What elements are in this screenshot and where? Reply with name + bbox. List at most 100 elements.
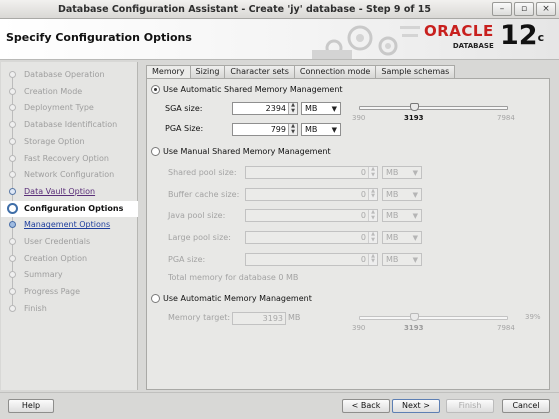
manual-field-value: 0 — [360, 189, 366, 199]
step-marker-icon — [9, 187, 16, 195]
tab-character-sets[interactable]: Character sets — [225, 65, 295, 78]
nav-step-label: Summary — [24, 270, 63, 280]
amm-slider-min: 390 — [352, 324, 366, 332]
asmm-radio-label: Use Automatic Shared Memory Management — [163, 85, 343, 94]
step-marker-icon — [9, 121, 16, 129]
minimize-button[interactable]: – — [492, 2, 512, 16]
nav-step-label: User Credentials — [24, 237, 91, 246]
nav-step-storage-option: Storage Option — [1, 134, 138, 150]
asmm-radio[interactable]: Use Automatic Shared Memory Management — [151, 85, 343, 94]
sga-unit-select[interactable]: MB ▼ — [301, 102, 341, 115]
manual-unit-value: MB — [386, 189, 399, 199]
manual-unit-value: MB — [386, 168, 399, 177]
nav-step-label: Creation Option — [24, 253, 88, 263]
nav-step-label: Database Operation — [24, 70, 105, 79]
nav-step-label: Database Identification — [24, 120, 118, 130]
window-controls: – ▫ × — [492, 2, 556, 16]
cancel-button[interactable]: Cancel — [502, 399, 550, 413]
maximize-button[interactable]: ▫ — [514, 2, 534, 16]
tab-memory[interactable]: Memory — [146, 65, 191, 79]
spinner-arrows-icon[interactable]: ▲ ▼ — [368, 231, 377, 244]
asmm-slider-track[interactable] — [359, 106, 508, 110]
nav-step-database-identification: Database Identification — [1, 117, 138, 133]
total-memory-label: Total memory for database 0 MB — [168, 273, 299, 282]
manual-field-spinner[interactable]: 0 ▲ ▼ — [245, 252, 378, 266]
step-marker-icon — [9, 154, 16, 162]
sga-size-spinner[interactable]: 2394 ▲ ▼ — [232, 102, 298, 115]
nav-step-progress-page: Progress Page — [1, 284, 138, 300]
pga-unit-value: MB — [305, 125, 318, 134]
manual-field-label: Java pool size: — [168, 211, 226, 221]
back-button[interactable]: < Back — [342, 399, 390, 413]
step-marker-icon — [9, 171, 16, 179]
next-button[interactable]: Next > — [392, 399, 440, 413]
manual-unit-select[interactable]: MB ▼ — [382, 209, 422, 223]
asmm-slider-max: 7984 — [497, 114, 515, 122]
pga-size-spinner[interactable]: 799 ▲ ▼ — [232, 123, 298, 136]
spinner-arrows-icon[interactable]: ▲ ▼ — [368, 210, 377, 222]
spinner-arrows-icon[interactable]: ▲ ▼ — [368, 166, 377, 178]
version-suffix: c — [537, 31, 545, 44]
amm-slider-thumb[interactable] — [409, 313, 419, 321]
spinner-arrows-icon[interactable]: ▲ ▼ — [368, 188, 377, 200]
tab-sample-schemas[interactable]: Sample schemas — [376, 65, 456, 78]
manual-unit-select[interactable]: MB ▼ — [382, 231, 422, 245]
manual-field-spinner[interactable]: 0 ▲ ▼ — [245, 209, 378, 223]
asmm-radio-button[interactable] — [151, 85, 160, 94]
nav-step-label: Creation Mode — [24, 86, 83, 96]
manual-field-spinner[interactable]: 0 ▲ ▼ — [245, 166, 378, 179]
manual-unit-select[interactable]: MB ▼ — [382, 187, 422, 201]
nav-step-management-options[interactable]: Management Options — [1, 217, 138, 233]
oracle-logo: ORACLE DATABASE — [424, 24, 494, 51]
footer-divider — [0, 392, 559, 393]
nav-step-data-vault-option[interactable]: Data Vault Option — [1, 184, 138, 200]
manual-radio-button[interactable] — [151, 147, 160, 156]
manual-unit-select[interactable]: MB ▼ — [382, 166, 422, 179]
manual-field-spinner[interactable]: 0 ▲ ▼ — [245, 187, 378, 201]
nav-step-fast-recovery-option: Fast Recovery Option — [1, 151, 138, 167]
nav-step-label: Configuration Options — [24, 203, 124, 213]
manual-field-label: Buffer cache size: — [168, 189, 240, 199]
help-button[interactable]: Help — [8, 399, 54, 413]
tab-connection-mode[interactable]: Connection mode — [294, 65, 377, 78]
memory-panel: Use Automatic Shared Memory Management S… — [146, 78, 550, 390]
step-marker-icon — [9, 271, 16, 279]
nav-step-network-configuration: Network Configuration — [1, 167, 138, 183]
manual-field-value: 0 — [360, 168, 366, 177]
finish-button[interactable]: Finish — [446, 399, 494, 413]
spinner-arrows-icon[interactable]: ▲ ▼ — [368, 253, 377, 265]
close-button[interactable]: × — [536, 2, 556, 16]
amm-radio[interactable]: Use Automatic Memory Management — [151, 294, 312, 303]
oracle-database-label: DATABASE — [452, 42, 494, 50]
spinner-arrows-icon[interactable]: ▲ ▼ — [288, 123, 297, 135]
asmm-slider-thumb[interactable] — [409, 103, 419, 111]
manual-unit-select[interactable]: MB ▼ — [382, 252, 422, 266]
manual-field-spinner[interactable]: 0 ▲ ▼ — [245, 231, 378, 245]
nav-step-creation-option: Creation Option — [1, 251, 138, 267]
spinner-arrows-icon[interactable]: ▲ ▼ — [288, 102, 297, 114]
nav-step-label: Finish — [24, 303, 47, 313]
asmm-slider-current: 3193 — [404, 114, 424, 122]
pga-unit-select[interactable]: MB ▼ — [301, 123, 341, 136]
nav-step-label: Progress Page — [24, 287, 81, 297]
sga-size-value: 2394 — [265, 104, 286, 113]
wizard-steps-nav: Database Operation Creation Mode Deploymen… — [1, 62, 138, 390]
nav-step-database-operation: Database Operation — [1, 67, 138, 83]
window-title-bar: Database Configuration Assistant - Creat… — [0, 0, 559, 19]
nav-step-finish: Finish — [1, 301, 138, 317]
header-banner: Specify Configuration Options ORACLE DAT… — [0, 19, 559, 60]
memory-target-unit: MB — [288, 313, 301, 322]
tab-sizing[interactable]: Sizing — [190, 65, 226, 78]
manual-field-label: PGA size: — [168, 254, 206, 264]
chevron-down-icon: ▼ — [412, 190, 418, 199]
amm-radio-button[interactable] — [151, 294, 160, 303]
amm-slider-track[interactable] — [359, 316, 508, 320]
step-marker-icon — [9, 137, 16, 145]
chevron-down-icon: ▼ — [412, 212, 418, 221]
manual-radio[interactable]: Use Manual Shared Memory Management — [151, 147, 331, 156]
memory-target-field[interactable]: 3193 — [232, 312, 286, 325]
step-marker-icon — [9, 288, 16, 296]
chevron-down-icon: ▼ — [412, 169, 418, 177]
step-marker-icon — [9, 254, 16, 262]
sga-size-label: SGA size: — [165, 104, 203, 113]
